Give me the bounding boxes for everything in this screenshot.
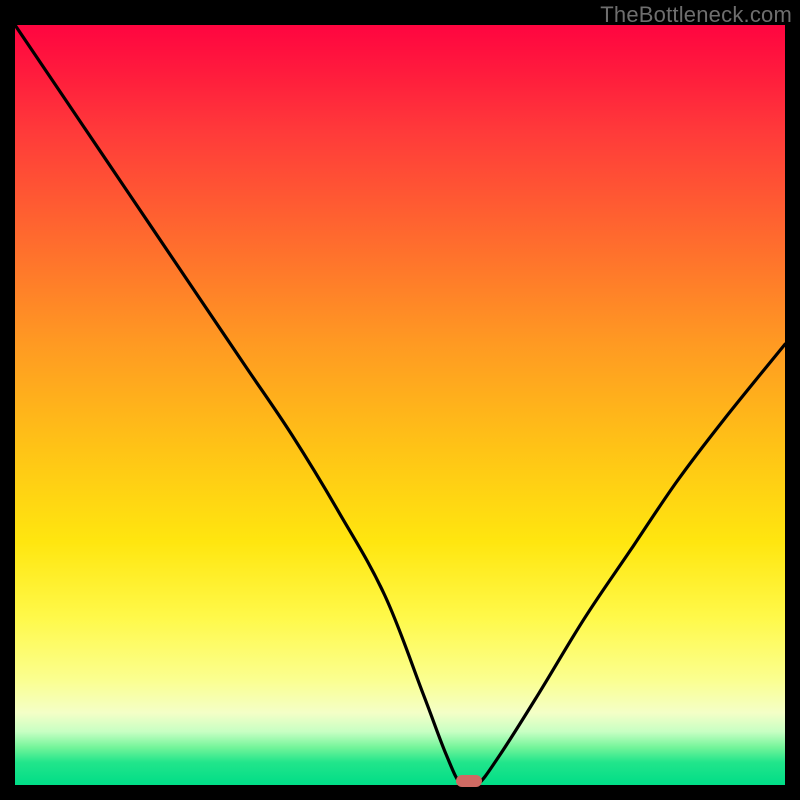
plot-gradient-background — [15, 25, 785, 785]
chart-frame: TheBottleneck.com — [0, 0, 800, 800]
minimum-marker — [456, 775, 482, 787]
plot-outer — [15, 25, 785, 785]
